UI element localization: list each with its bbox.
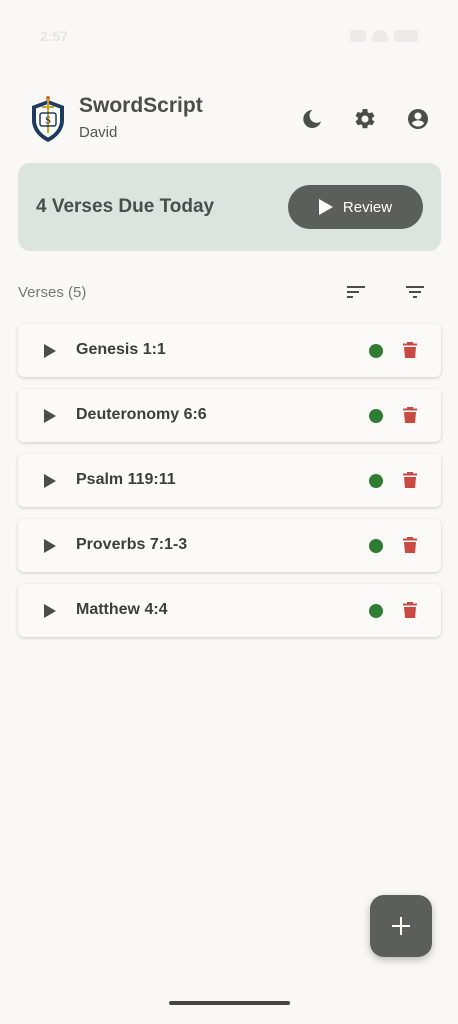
play-icon <box>318 199 333 215</box>
due-count-text: 4 Verses Due Today <box>36 196 215 217</box>
trash-icon[interactable] <box>403 472 417 488</box>
user-name: David <box>79 124 118 141</box>
gear-icon <box>355 108 375 129</box>
moon-icon <box>303 110 321 128</box>
verse-list: Genesis 1:1 Deuteronomy 6:6 Psalm 119:11… <box>18 324 441 649</box>
status-icons <box>350 30 418 42</box>
trash-icon[interactable] <box>403 537 417 553</box>
signal-icon <box>350 30 366 42</box>
account-circle-icon <box>408 109 428 129</box>
verses-count-label: Verses (5) <box>18 284 87 301</box>
verse-item[interactable]: Deuteronomy 6:6 <box>18 389 441 442</box>
verse-reference: Proverbs 7:1-3 <box>76 536 188 553</box>
verse-item[interactable]: Proverbs 7:1-3 <box>18 519 441 572</box>
verse-reference: Matthew 4:4 <box>76 601 168 618</box>
status-bar: 2:57 <box>0 0 458 72</box>
add-verse-button[interactable] <box>370 895 432 957</box>
sword-shield-logo: S <box>28 96 68 144</box>
expand-arrow-icon[interactable] <box>44 604 56 618</box>
review-label: Review <box>342 198 393 216</box>
svg-text:S: S <box>45 116 51 127</box>
trash-icon[interactable] <box>403 342 417 358</box>
expand-arrow-icon[interactable] <box>44 409 56 423</box>
verse-item[interactable]: Genesis 1:1 <box>18 324 441 377</box>
status-dot-icon <box>369 344 383 358</box>
due-today-card: 4 Verses Due Today Review <box>18 163 441 251</box>
sort-button[interactable] <box>343 280 369 304</box>
review-button[interactable]: Review <box>288 185 423 229</box>
status-dot-icon <box>369 604 383 618</box>
status-dot-icon <box>369 539 383 553</box>
expand-arrow-icon[interactable] <box>44 474 56 488</box>
plus-icon <box>392 917 410 935</box>
trash-icon[interactable] <box>403 602 417 618</box>
account-button[interactable] <box>403 104 433 134</box>
verse-item[interactable]: Matthew 4:4 <box>18 584 441 637</box>
wifi-icon <box>372 30 388 42</box>
battery-icon <box>394 30 418 42</box>
verses-header: Verses (5) <box>18 280 441 304</box>
expand-arrow-icon[interactable] <box>44 539 56 553</box>
app-title: SwordScript <box>79 94 203 117</box>
theme-toggle-button[interactable] <box>297 104 327 134</box>
status-time: 2:57 <box>40 28 69 44</box>
verse-reference: Psalm 119:11 <box>76 471 176 488</box>
app-header: S SwordScript David <box>18 92 440 146</box>
filter-button[interactable] <box>402 280 428 304</box>
settings-button[interactable] <box>350 104 380 134</box>
status-dot-icon <box>369 474 383 488</box>
home-indicator[interactable] <box>169 1001 290 1005</box>
expand-arrow-icon[interactable] <box>44 344 56 358</box>
status-dot-icon <box>369 409 383 423</box>
verse-reference: Genesis 1:1 <box>76 341 166 358</box>
trash-icon[interactable] <box>403 407 417 423</box>
app-screen: 2:57 S SwordScript David 4 Verses Due To… <box>0 0 458 1024</box>
verse-reference: Deuteronomy 6:6 <box>76 406 207 423</box>
verse-item[interactable]: Psalm 119:11 <box>18 454 441 507</box>
sort-icon <box>347 286 365 298</box>
filter-icon <box>406 286 424 298</box>
